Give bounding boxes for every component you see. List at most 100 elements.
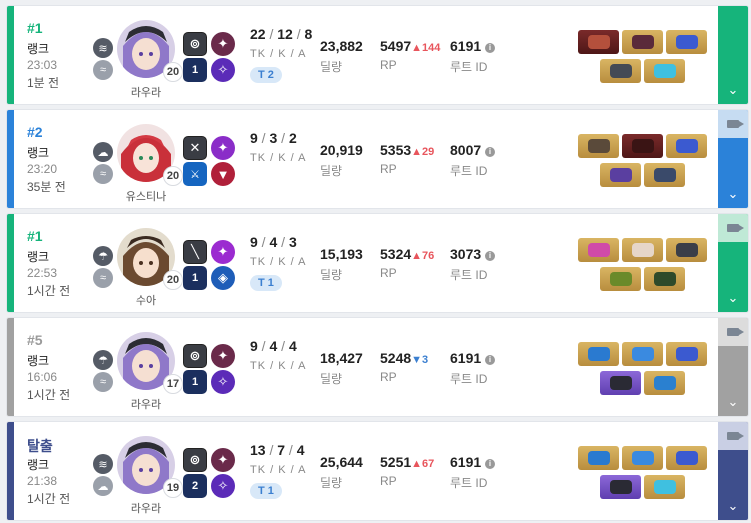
team-badge: T 1 (250, 275, 282, 291)
route-label: 루트 ID (450, 164, 488, 178)
item-chest[interactable] (622, 342, 663, 366)
route-label: 루트 ID (450, 476, 488, 490)
rp-label: RP (380, 58, 397, 72)
match-ago: 1시간 전 (27, 284, 71, 298)
mode-label: 랭크 (27, 42, 50, 56)
item-head[interactable] (666, 30, 707, 54)
rp-change: ▲144 (411, 42, 441, 54)
damage-value: 15,193 (320, 246, 363, 262)
match-card[interactable]: #5 랭크 16:06 1시간 전 ☂ ≈ 17 라우라 ⊚ ✦ 1 ✧ 9 /… (6, 317, 749, 417)
item-leg[interactable] (644, 475, 685, 499)
item-chest[interactable] (622, 134, 663, 158)
match-card[interactable]: #1 랭크 23:03 1분 전 ≋ ≈ 20 라우라 ⊚ ✦ 1 ✧ 22 /… (6, 5, 749, 105)
item-leg[interactable] (644, 371, 685, 395)
chevron-down-icon[interactable]: ⌄ (718, 290, 748, 306)
route-id: 8007 i (450, 142, 496, 158)
route-id: 6191 i (450, 454, 496, 470)
tactical-skill-icon: 2 (183, 474, 207, 498)
item-leg[interactable] (644, 59, 685, 83)
damage-value: 20,919 (320, 142, 363, 158)
item-chest[interactable] (622, 30, 663, 54)
tactical-skill-icon: 1 (183, 58, 207, 82)
trait-icon: ✦ (211, 32, 235, 56)
video-button[interactable] (718, 318, 748, 346)
expand-panel[interactable]: ⌄ (718, 110, 748, 208)
item-weapon[interactable] (578, 30, 619, 54)
item-leg[interactable] (644, 163, 685, 187)
match-ago: 1시간 전 (27, 492, 71, 506)
item-head[interactable] (666, 446, 707, 470)
rank-text: 탈출 (27, 438, 53, 454)
match-card[interactable]: #1 랭크 22:53 1시간 전 ☂ ≈ 20 수아 ╲ ✦ 1 ◈ 9 / … (6, 213, 749, 313)
item-head[interactable] (666, 238, 707, 262)
fog-icon: ≈ (93, 372, 113, 392)
item-head[interactable] (666, 342, 707, 366)
kda-value: 22 / 12 / 8 (250, 26, 313, 42)
damage-value: 18,427 (320, 350, 363, 366)
item-arm[interactable] (600, 371, 641, 395)
chevron-down-icon[interactable]: ⌄ (718, 498, 748, 514)
chevron-down-icon[interactable]: ⌄ (718, 186, 748, 202)
info-icon: i (485, 355, 496, 365)
item-weapon[interactable] (578, 342, 619, 366)
expand-panel[interactable]: ⌄ (718, 318, 748, 416)
rp-label: RP (380, 370, 397, 384)
mode-label: 랭크 (27, 354, 50, 368)
match-time: 23:20 (27, 162, 58, 176)
augment-icon: ◈ (211, 266, 235, 290)
match-card[interactable]: #2 랭크 23:20 35분 전 ☁ ≈ 20 유스티나 ✕ ✦ ⚔ ▼ 9 … (6, 109, 749, 209)
item-weapon[interactable] (578, 238, 619, 262)
route-label: 루트 ID (450, 372, 488, 386)
video-camera-icon (727, 432, 744, 440)
chevron-down-icon[interactable]: ⌄ (718, 394, 748, 410)
level-badge: 20 (163, 166, 183, 186)
info-icon: i (485, 43, 496, 53)
item-weapon[interactable] (578, 446, 619, 470)
kda-label: TK / K / A (250, 48, 307, 60)
item-arm[interactable] (600, 475, 641, 499)
video-button[interactable] (718, 422, 748, 450)
match-ago: 35분 전 (27, 180, 66, 194)
level-badge: 20 (163, 62, 183, 82)
fog-icon: ≈ (93, 164, 113, 184)
match-time: 16:06 (27, 370, 58, 384)
item-head[interactable] (666, 134, 707, 158)
damage-label: 딜량 (320, 164, 343, 178)
team-badge: T 1 (250, 483, 282, 499)
rank-text: #1 (27, 20, 43, 36)
route-label: 루트 ID (450, 268, 488, 282)
damage-label: 딜량 (320, 268, 343, 282)
cloud-upload-icon: ☁ (93, 476, 113, 496)
rp-label: RP (380, 474, 397, 488)
item-arm[interactable] (600, 163, 641, 187)
level-badge: 20 (163, 270, 183, 290)
expand-panel[interactable]: ⌄ (718, 422, 748, 520)
item-chest[interactable] (622, 238, 663, 262)
kda-label: TK / K / A (250, 256, 307, 268)
rp-change: ▲67 (411, 458, 435, 470)
item-weapon[interactable] (578, 134, 619, 158)
rp-change: ▲29 (411, 146, 435, 158)
item-leg[interactable] (644, 267, 685, 291)
kda-value: 9 / 4 / 4 (250, 338, 297, 354)
kda-value: 13 / 7 / 4 (250, 442, 305, 458)
result-accent-bar (7, 318, 14, 416)
info-icon: i (485, 459, 496, 469)
chevron-down-icon[interactable]: ⌄ (718, 82, 748, 98)
video-button[interactable] (718, 110, 748, 138)
result-accent-bar (7, 6, 14, 104)
info-icon: i (485, 251, 496, 261)
character-name: 수아 (135, 295, 157, 307)
item-arm[interactable] (600, 267, 641, 291)
wand-icon: ╲ (183, 240, 207, 264)
team-badge: T 2 (250, 67, 282, 83)
expand-panel[interactable]: ⌄ (718, 6, 748, 104)
damage-label: 딜량 (320, 476, 343, 490)
result-accent-bar (7, 214, 14, 312)
match-card[interactable]: 탈출 랭크 21:38 1시간 전 ≋ ☁ 19 라우라 ⊚ ✦ 2 ✧ 13 … (6, 421, 749, 521)
expand-panel[interactable]: ⌄ (718, 214, 748, 312)
rp-value: 5251▲67 (380, 454, 435, 470)
video-button[interactable] (718, 214, 748, 242)
item-arm[interactable] (600, 59, 641, 83)
item-chest[interactable] (622, 446, 663, 470)
